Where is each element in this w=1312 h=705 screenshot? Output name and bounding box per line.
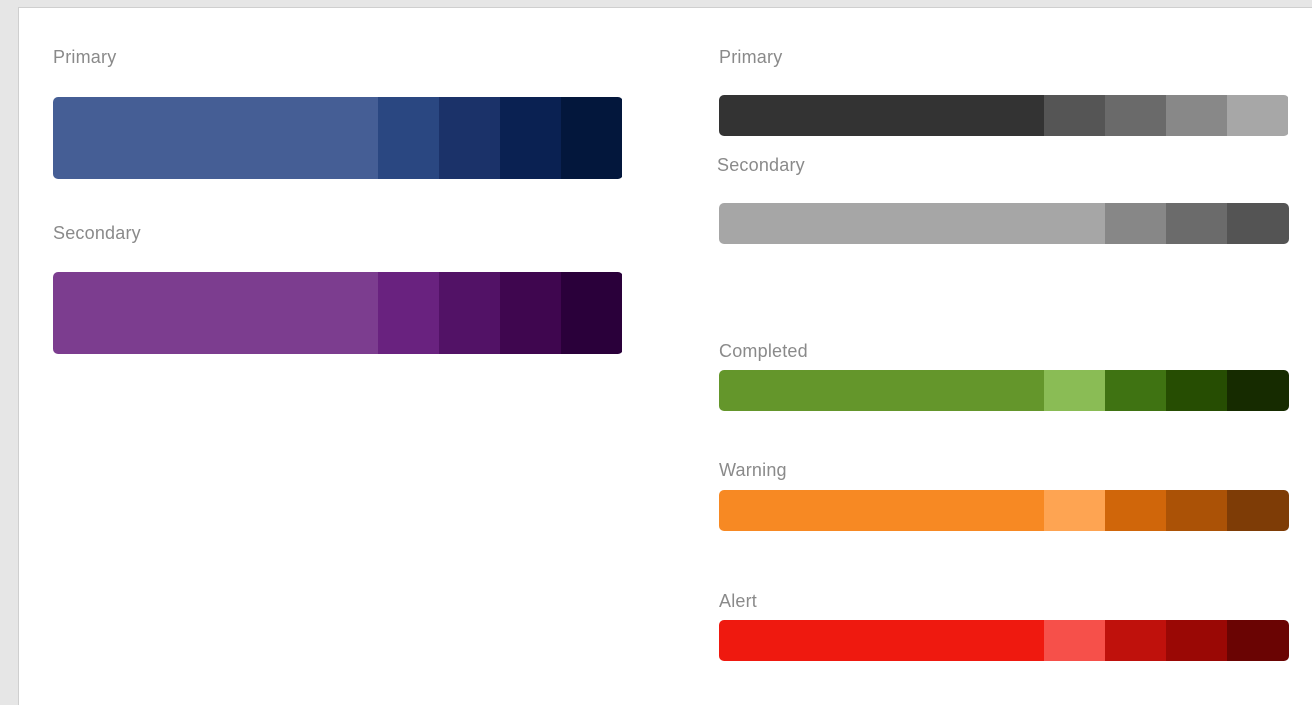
swatch-shade-completed bbox=[1044, 370, 1105, 411]
swatch-shade-right-primary bbox=[1105, 95, 1166, 136]
swatch-shade-left-secondary bbox=[500, 272, 561, 354]
swatch-main-alert bbox=[719, 620, 1044, 661]
swatch-bar-completed bbox=[719, 370, 1289, 411]
swatch-bar-alert bbox=[719, 620, 1289, 661]
label-left-primary: Primary bbox=[53, 47, 117, 67]
swatch-main-warning bbox=[719, 490, 1044, 531]
swatch-shade-left-primary bbox=[378, 97, 439, 179]
swatch-shade-right-secondary bbox=[1105, 203, 1166, 244]
swatch-shade-alert bbox=[1227, 620, 1289, 661]
swatch-shade-right-primary bbox=[1166, 95, 1227, 136]
swatch-shade-right-primary bbox=[1227, 95, 1288, 136]
label-right-secondary: Secondary bbox=[717, 155, 805, 175]
swatch-main-left-secondary bbox=[53, 272, 378, 354]
label-alert: Alert bbox=[719, 591, 758, 611]
swatch-shade-left-secondary bbox=[439, 272, 500, 354]
swatch-shade-left-secondary bbox=[561, 272, 622, 354]
swatch-shade-completed bbox=[1166, 370, 1227, 411]
label-left-secondary: Secondary bbox=[53, 223, 141, 243]
palette-canvas: Primary Secondary Primary Secondary Comp… bbox=[18, 7, 1312, 705]
swatch-shade-left-secondary bbox=[378, 272, 439, 354]
swatch-bar-right-secondary bbox=[719, 203, 1289, 244]
swatch-shade-warning bbox=[1227, 490, 1289, 531]
swatch-bar-right-primary bbox=[719, 95, 1289, 136]
swatch-shade-completed bbox=[1105, 370, 1166, 411]
swatch-main-right-secondary bbox=[719, 203, 1105, 244]
swatch-shade-right-primary bbox=[1044, 95, 1105, 136]
swatch-shade-left-primary bbox=[439, 97, 500, 179]
swatch-shade-warning bbox=[1105, 490, 1166, 531]
swatch-shade-left-primary bbox=[500, 97, 561, 179]
label-warning: Warning bbox=[719, 460, 787, 480]
swatch-shade-right-secondary bbox=[1166, 203, 1227, 244]
swatch-shade-left-primary bbox=[561, 97, 622, 179]
swatch-shade-warning bbox=[1044, 490, 1105, 531]
swatch-main-completed bbox=[719, 370, 1044, 411]
swatch-shade-completed bbox=[1227, 370, 1289, 411]
swatch-main-left-primary bbox=[53, 97, 378, 179]
swatch-shade-alert bbox=[1166, 620, 1227, 661]
label-completed: Completed bbox=[719, 341, 808, 361]
swatch-bar-left-primary bbox=[53, 97, 623, 179]
swatch-main-right-primary bbox=[719, 95, 1044, 136]
label-right-primary: Primary bbox=[719, 47, 783, 67]
swatch-shade-warning bbox=[1166, 490, 1227, 531]
swatch-shade-alert bbox=[1044, 620, 1105, 661]
swatch-bar-warning bbox=[719, 490, 1289, 531]
swatch-bar-left-secondary bbox=[53, 272, 623, 354]
swatch-shade-right-secondary bbox=[1227, 203, 1289, 244]
swatch-shade-alert bbox=[1105, 620, 1166, 661]
